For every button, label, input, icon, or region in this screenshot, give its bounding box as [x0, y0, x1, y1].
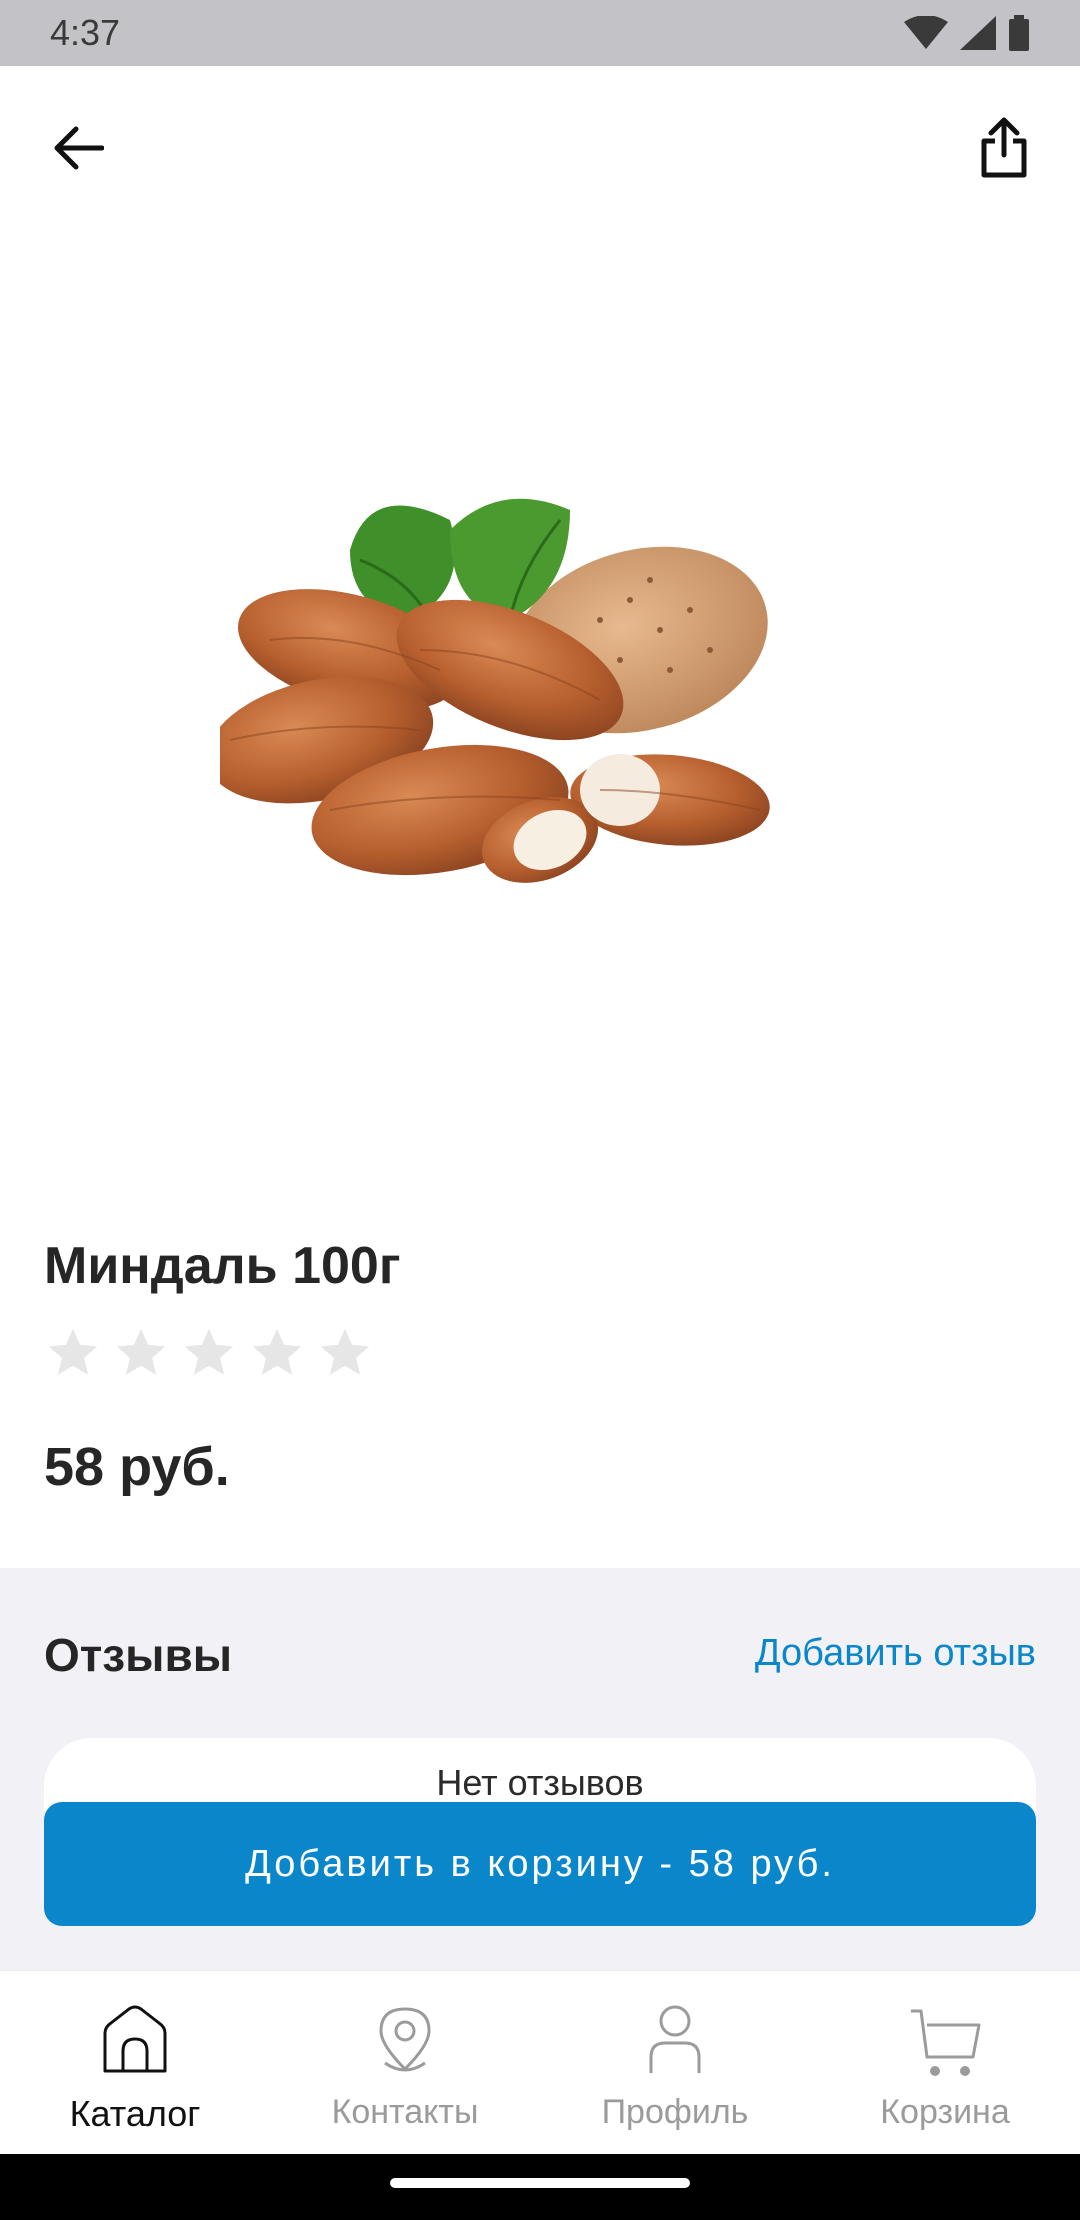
bottom-nav: Каталог Контакты Профиль Корзина — [0, 1970, 1080, 2154]
gesture-handle[interactable] — [390, 2178, 690, 2188]
nav-label-cart: Корзина — [880, 2093, 1010, 2131]
status-time: 4:37 — [50, 12, 121, 53]
share-button[interactable] — [966, 106, 1042, 190]
share-icon — [981, 117, 1027, 178]
nav-label-contacts: Контакты — [331, 2093, 479, 2131]
star-icon[interactable] — [248, 1324, 306, 1382]
nav-item-contacts[interactable]: Контакты — [270, 1971, 540, 2154]
star-icon[interactable] — [316, 1324, 374, 1382]
add-review-link[interactable]: Добавить отзыв — [755, 1632, 1036, 1675]
add-to-cart-button[interactable]: Добавить в корзину - 58 руб. — [44, 1802, 1036, 1926]
no-reviews-text: Нет отзывов — [436, 1762, 644, 1803]
star-icon[interactable] — [180, 1324, 238, 1382]
product-title: Миндаль 100г — [44, 1237, 401, 1295]
user-icon — [649, 2005, 701, 2073]
location-pin-icon — [379, 2007, 431, 2072]
nav-label-profile: Профиль — [601, 2093, 749, 2131]
cart-icon — [911, 2009, 981, 2076]
nav-item-profile[interactable]: Профиль — [540, 1971, 810, 2154]
system-gesture-bar — [0, 2154, 1080, 2220]
add-to-cart-label: Добавить в корзину - 58 руб. — [245, 1842, 835, 1885]
home-icon — [103, 2005, 167, 2073]
nav-label-catalog: Каталог — [69, 2093, 201, 2134]
nav-item-catalog[interactable]: Каталог — [0, 1971, 270, 2154]
app-bar — [0, 66, 1080, 216]
product-image — [206, 470, 880, 940]
status-bar: 4:37 — [0, 0, 1080, 66]
cellular-signal-icon — [960, 16, 996, 50]
almonds-image — [206, 498, 770, 883]
reviews-title: Отзывы — [44, 1629, 233, 1681]
star-icon[interactable] — [112, 1324, 170, 1382]
nav-item-cart[interactable]: Корзина — [810, 1971, 1080, 2154]
rating-stars[interactable] — [44, 1324, 374, 1382]
status-icons — [904, 15, 1030, 51]
wifi-icon — [904, 16, 948, 49]
back-button[interactable] — [40, 110, 116, 186]
reviews-section: Отзывы Добавить отзыв Нет отзывов Добави… — [0, 1568, 1080, 1970]
product-price: 58 руб. — [44, 1437, 230, 1497]
star-icon[interactable] — [44, 1324, 102, 1382]
battery-icon — [1009, 15, 1029, 51]
arrow-left-icon — [54, 126, 104, 170]
